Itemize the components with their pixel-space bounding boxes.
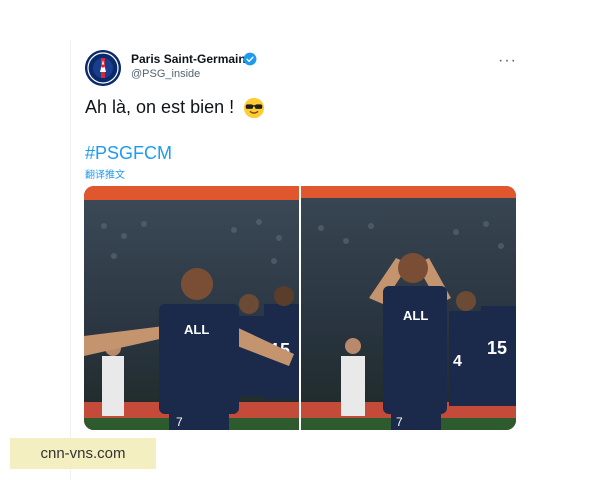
- jersey-text-right: ALL: [403, 308, 428, 323]
- photo-left[interactable]: 15 4 ALL 7: [84, 186, 299, 430]
- author-handle[interactable]: @PSG_inside: [131, 68, 200, 80]
- tweet-card[interactable]: Paris Saint-Germain @PSG_inside ··· Ah l…: [70, 40, 541, 480]
- jersey-number-left: 7: [176, 415, 183, 429]
- player-hands-on-head-image: 15 4 ALL 7: [301, 186, 516, 430]
- hashtag-link[interactable]: #PSGFCM: [85, 143, 172, 164]
- translate-tweet-link[interactable]: 翻译推文: [85, 166, 125, 181]
- psg-logo-icon: [85, 50, 121, 86]
- watermark-label: cnn-vns.com: [10, 438, 156, 469]
- player-arms-out-image: 15 4 ALL 7: [84, 186, 299, 430]
- jersey-text-left: ALL: [184, 322, 209, 337]
- tweet-text-line: Ah là, on est bien !: [85, 97, 265, 119]
- tweet-text: Ah là, on est bien !: [85, 97, 235, 117]
- svg-text:4: 4: [453, 353, 462, 370]
- media-grid: 15 4 ALL 7: [84, 186, 516, 430]
- jersey-number-right: 7: [396, 415, 403, 429]
- sunglasses-emoji-icon: [244, 98, 265, 119]
- photo-right[interactable]: 15 4 ALL 7: [301, 186, 516, 430]
- author-name[interactable]: Paris Saint-Germain: [131, 52, 246, 66]
- svg-text:15: 15: [487, 338, 507, 358]
- verified-badge-icon: [243, 52, 257, 66]
- psg-avatar[interactable]: [85, 50, 121, 86]
- more-options-button[interactable]: ···: [498, 52, 517, 70]
